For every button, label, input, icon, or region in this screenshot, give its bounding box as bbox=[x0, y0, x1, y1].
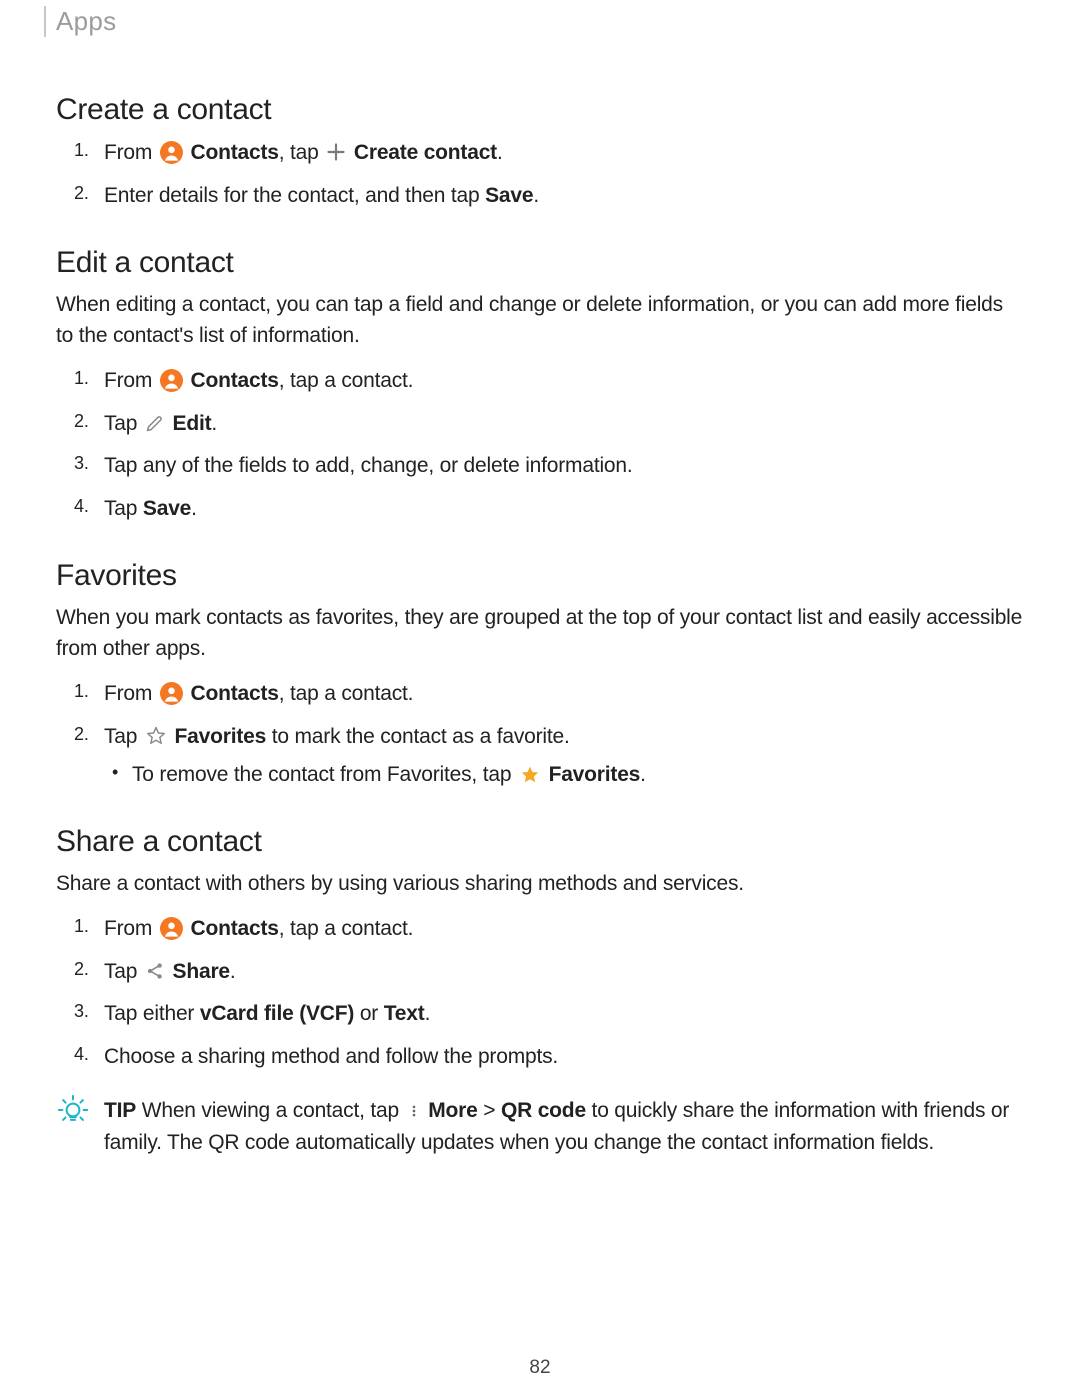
list-item: Tap Save. bbox=[56, 493, 1024, 526]
text: Contacts bbox=[190, 141, 278, 164]
text: From bbox=[104, 141, 152, 164]
edit-steps: From Contacts, tap a contact. Tap Edit. … bbox=[56, 365, 1024, 525]
list-item: From Contacts, tap a contact. bbox=[56, 913, 1024, 946]
list-item: From Contacts, tap a contact. bbox=[56, 678, 1024, 711]
list-item: Enter details for the contact, and then … bbox=[56, 180, 1024, 213]
text: , tap a contact. bbox=[279, 369, 414, 392]
list-item: Tap Edit. bbox=[56, 408, 1024, 441]
text: . bbox=[230, 960, 236, 983]
star-outline-icon bbox=[145, 725, 167, 747]
contacts-icon bbox=[160, 141, 183, 164]
list-item: From Contacts, tap a contact. bbox=[56, 365, 1024, 398]
text: > bbox=[478, 1099, 501, 1122]
more-vertical-icon bbox=[407, 1101, 421, 1121]
text: , tap a contact. bbox=[279, 682, 414, 705]
text: Tap bbox=[104, 960, 137, 983]
heading-create-contact: Create a contact bbox=[56, 93, 1024, 127]
text: TIP bbox=[104, 1099, 136, 1122]
text: Tap bbox=[104, 725, 137, 748]
list-item: Tap either vCard file (VCF) or Text. bbox=[56, 998, 1024, 1031]
heading-favorites: Favorites bbox=[56, 559, 1024, 593]
breadcrumb: Apps bbox=[44, 6, 1024, 37]
text: or bbox=[354, 1002, 384, 1025]
pencil-icon bbox=[145, 413, 165, 433]
text: From bbox=[104, 682, 152, 705]
text: Share bbox=[173, 960, 230, 983]
text: When viewing a contact, tap bbox=[136, 1099, 399, 1122]
tip-box: TIP When viewing a contact, tap More > Q… bbox=[56, 1095, 1024, 1158]
tip-text: TIP When viewing a contact, tap More > Q… bbox=[104, 1095, 1024, 1158]
text: Save bbox=[143, 497, 191, 520]
list-item: Tap Share. bbox=[56, 956, 1024, 989]
share-icon bbox=[145, 961, 165, 981]
text: Contacts bbox=[190, 917, 278, 940]
text: Edit bbox=[173, 412, 212, 435]
favorites-steps: From Contacts, tap a contact. Tap Favori… bbox=[56, 678, 1024, 791]
sub-list: To remove the contact from Favorites, ta… bbox=[104, 759, 1024, 791]
text: Contacts bbox=[190, 682, 278, 705]
plus-icon bbox=[326, 142, 346, 162]
contacts-icon bbox=[160, 369, 183, 392]
text: Tap bbox=[104, 412, 137, 435]
contacts-icon bbox=[160, 682, 183, 705]
text: More bbox=[428, 1099, 477, 1122]
text: to mark the contact as a favorite. bbox=[266, 725, 569, 748]
text: Tap either bbox=[104, 1002, 200, 1025]
text: . bbox=[425, 1002, 431, 1025]
page-number: 82 bbox=[0, 1357, 1080, 1379]
text: Favorites bbox=[549, 763, 641, 786]
text: Favorites bbox=[175, 725, 267, 748]
text: QR code bbox=[501, 1099, 586, 1122]
list-item: To remove the contact from Favorites, ta… bbox=[104, 759, 1024, 791]
text: To remove the contact from Favorites, ta… bbox=[132, 763, 511, 786]
intro-text: Share a contact with others by using var… bbox=[56, 869, 1024, 899]
heading-edit-contact: Edit a contact bbox=[56, 246, 1024, 280]
text: . bbox=[211, 412, 217, 435]
text: Tap bbox=[104, 497, 143, 520]
create-steps: From Contacts, tap Create contact. Enter… bbox=[56, 137, 1024, 212]
list-item: Tap Favorites to mark the contact as a f… bbox=[56, 721, 1024, 791]
text: Contacts bbox=[190, 369, 278, 392]
text: . bbox=[191, 497, 197, 520]
text: Save bbox=[485, 184, 533, 207]
text: . bbox=[533, 184, 539, 207]
text: Enter details for the contact, and then … bbox=[104, 184, 485, 207]
list-item: Tap any of the fields to add, change, or… bbox=[56, 450, 1024, 483]
text: . bbox=[497, 141, 503, 164]
text: vCard file (VCF) bbox=[200, 1002, 354, 1025]
star-filled-icon bbox=[519, 764, 541, 786]
intro-text: When you mark contacts as favorites, the… bbox=[56, 603, 1024, 664]
heading-share-contact: Share a contact bbox=[56, 825, 1024, 859]
text: From bbox=[104, 369, 152, 392]
text: , tap a contact. bbox=[279, 917, 414, 940]
contacts-icon bbox=[160, 917, 183, 940]
text: , tap bbox=[279, 141, 319, 164]
intro-text: When editing a contact, you can tap a fi… bbox=[56, 290, 1024, 351]
text: Create contact bbox=[354, 141, 497, 164]
text: . bbox=[640, 763, 646, 786]
share-steps: From Contacts, tap a contact. Tap Share.… bbox=[56, 913, 1024, 1073]
lightbulb-icon bbox=[56, 1093, 90, 1158]
text: From bbox=[104, 917, 152, 940]
list-item: From Contacts, tap Create contact. bbox=[56, 137, 1024, 170]
list-item: Choose a sharing method and follow the p… bbox=[56, 1041, 1024, 1074]
text: Text bbox=[384, 1002, 425, 1025]
